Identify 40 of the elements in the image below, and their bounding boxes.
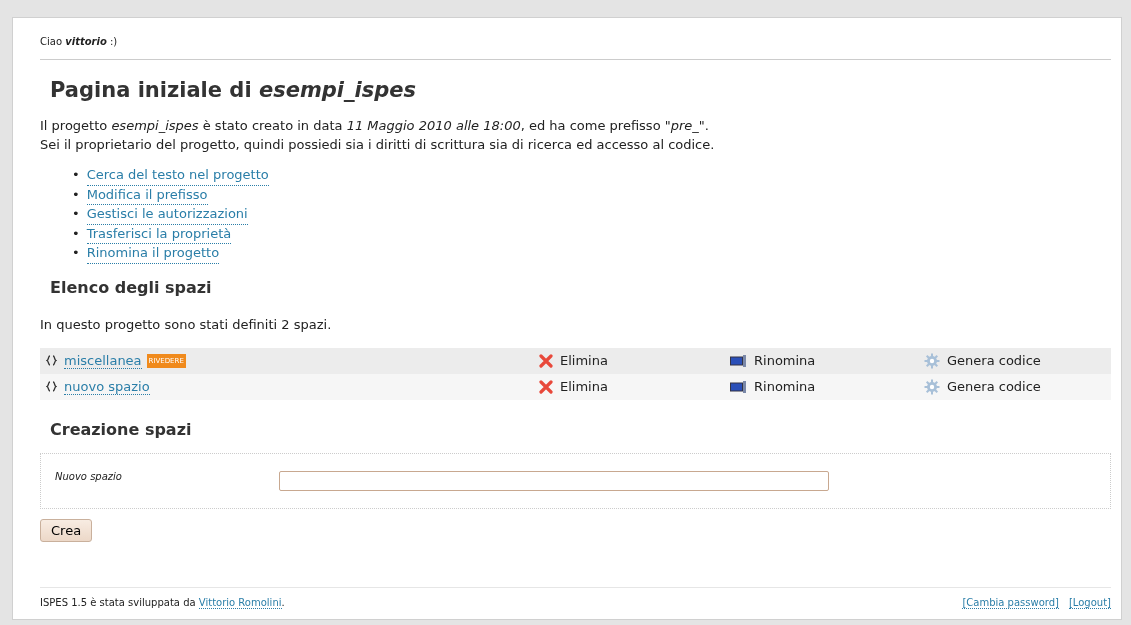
- gear-icon: [924, 352, 940, 369]
- action-link[interactable]: Gestisci le autorizzazioni: [86, 205, 248, 225]
- account-link[interactable]: [Cambia password]: [962, 597, 1059, 609]
- page-title: Pagina iniziale di esempi_ispes: [50, 78, 417, 102]
- space-link[interactable]: miscellanea: [64, 352, 142, 369]
- field-label: Nuovo spazio: [55, 471, 123, 482]
- intro-text: Il progetto esempi_ispes è stato creato in data 11 Maggio 2010 alle 18:00, ed ha come prefisso "pre_".: [40, 117, 710, 135]
- generate-code-action[interactable]: Genera codice: [947, 353, 1041, 368]
- create-button[interactable]: Crea: [40, 518, 93, 542]
- action-link[interactable]: Cerca del testo nel progetto: [86, 166, 269, 186]
- account-link[interactable]: [Logout]: [1068, 597, 1111, 609]
- action-link[interactable]: Modifica il prefisso: [86, 185, 208, 205]
- generate-code-action[interactable]: Genera codice: [947, 379, 1041, 394]
- spaces-summary: In questo progetto sono stati definiti 2 spazi.: [40, 315, 333, 334]
- rename-icon: [730, 379, 747, 394]
- intro-text: Sei il proprietario del progetto, quindi possiedi sia i diritti di scrittura sia di ricerca ed accesso al codice.: [40, 136, 716, 154]
- delete-action[interactable]: Elimina: [560, 379, 608, 394]
- space-link[interactable]: nuovo spazio: [64, 378, 150, 395]
- gear-icon: [924, 378, 940, 395]
- credits-text: ISPES 1.5 è stata sviluppata da Vittorio Romolini.: [40, 597, 285, 609]
- author-link[interactable]: Vittorio Romolini: [198, 597, 282, 609]
- delete-action[interactable]: Elimina: [560, 353, 608, 368]
- braces-icon: [46, 355, 57, 366]
- bullet: •: [72, 205, 80, 223]
- space-name-input[interactable]: [279, 470, 829, 491]
- bullet: •: [72, 166, 80, 184]
- delete-icon: [539, 379, 553, 394]
- section-heading: Creazione spazi: [50, 419, 193, 439]
- rename-action[interactable]: Rinomina: [754, 353, 816, 368]
- rename-icon: [730, 353, 747, 368]
- bullet: •: [72, 185, 80, 204]
- bullet: •: [72, 224, 80, 243]
- delete-icon: [539, 353, 553, 368]
- section-heading: Elenco degli spazi: [50, 277, 213, 297]
- action-link[interactable]: Rinomina il progetto: [86, 244, 220, 264]
- greeting: Ciao vittorio :): [40, 36, 1111, 60]
- braces-icon: [46, 381, 57, 392]
- rename-action[interactable]: Rinomina: [754, 379, 816, 394]
- action-link[interactable]: Trasferisci la proprietà: [86, 224, 232, 244]
- bullet: •: [72, 244, 80, 262]
